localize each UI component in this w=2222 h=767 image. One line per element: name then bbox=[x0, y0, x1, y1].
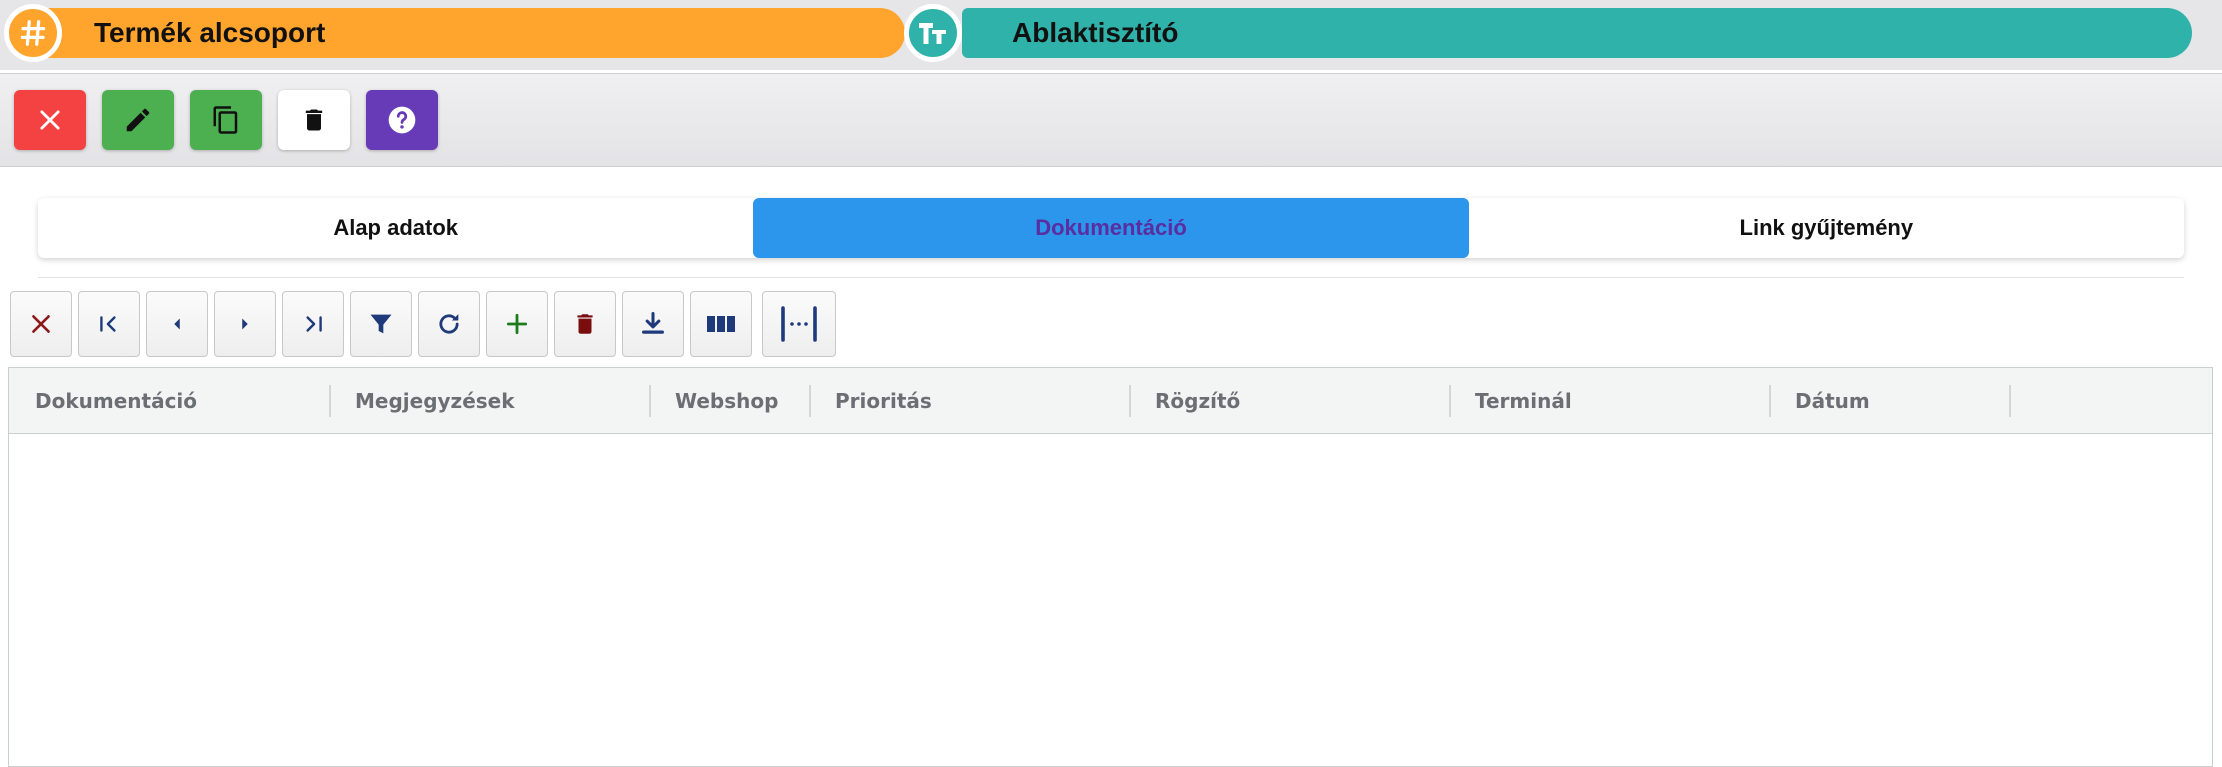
close-button[interactable] bbox=[14, 90, 86, 150]
name-title: Ablaktisztító bbox=[1012, 17, 1179, 48]
column-resizer[interactable] bbox=[329, 385, 331, 417]
close-icon bbox=[32, 315, 50, 333]
column-header-priority[interactable]: Prioritás bbox=[835, 368, 932, 434]
last-page-icon bbox=[306, 316, 322, 332]
tab-divider bbox=[38, 277, 2184, 278]
edit-button[interactable] bbox=[102, 90, 174, 150]
column-header-webshop[interactable]: Webshop bbox=[675, 368, 778, 434]
prev-icon bbox=[174, 318, 180, 330]
copy-icon bbox=[213, 106, 238, 134]
previous-button[interactable] bbox=[146, 291, 208, 357]
column-header-terminal[interactable]: Terminál bbox=[1475, 368, 1572, 434]
column-header-recorder[interactable]: Rögzítő bbox=[1155, 368, 1240, 434]
grid-delete-button[interactable] bbox=[554, 291, 616, 357]
column-header-date[interactable]: Dátum bbox=[1795, 368, 1870, 434]
trash-icon bbox=[305, 109, 323, 131]
filter-icon bbox=[370, 314, 392, 334]
refresh-icon bbox=[439, 314, 459, 334]
name-pill: Ablaktisztító bbox=[962, 8, 2192, 58]
next-icon bbox=[242, 318, 248, 330]
filter-button[interactable] bbox=[350, 291, 412, 357]
column-resizer[interactable] bbox=[2009, 385, 2011, 417]
documentation-table: Dokumentáció Megjegyzések Webshop Priori… bbox=[8, 367, 2213, 767]
table-header: Dokumentáció Megjegyzések Webshop Priori… bbox=[9, 368, 2212, 434]
help-button[interactable] bbox=[366, 90, 438, 150]
column-header-documentation[interactable]: Dokumentáció bbox=[35, 368, 197, 434]
close-icon bbox=[40, 110, 60, 130]
pencil-icon bbox=[126, 108, 150, 132]
copy-button[interactable] bbox=[190, 90, 262, 150]
tab-bar: Alap adatok Dokumentáció Link gyűjtemény bbox=[38, 198, 2184, 258]
record-header: Termék alcsoport Ablaktisztító bbox=[0, 0, 2222, 70]
column-resizer[interactable] bbox=[1769, 385, 1771, 417]
refresh-button[interactable] bbox=[418, 291, 480, 357]
add-button[interactable] bbox=[486, 291, 548, 357]
first-page-icon bbox=[100, 316, 116, 332]
last-page-button[interactable] bbox=[282, 291, 344, 357]
download-icon bbox=[642, 311, 664, 334]
column-resizer[interactable] bbox=[1129, 385, 1131, 417]
tab-link-collection[interactable]: Link gyűjtemény bbox=[1469, 198, 2184, 258]
column-resizer[interactable] bbox=[809, 385, 811, 417]
table-body bbox=[9, 435, 2212, 755]
column-header-notes[interactable]: Megjegyzések bbox=[355, 368, 515, 434]
tab-basic-data[interactable]: Alap adatok bbox=[38, 198, 753, 258]
first-page-button[interactable] bbox=[78, 291, 140, 357]
hash-icon bbox=[4, 4, 62, 62]
text-type-icon bbox=[904, 4, 962, 62]
columns-icon bbox=[707, 316, 735, 332]
delete-button[interactable] bbox=[278, 90, 350, 150]
tab-documentation[interactable]: Dokumentáció bbox=[753, 198, 1469, 258]
plus-icon bbox=[506, 313, 528, 335]
main-toolbar bbox=[0, 73, 2222, 167]
fit-width-icon bbox=[781, 306, 817, 342]
next-button[interactable] bbox=[214, 291, 276, 357]
columns-button[interactable] bbox=[690, 291, 752, 357]
category-pill: Termék alcsoport bbox=[20, 8, 905, 58]
download-button[interactable] bbox=[622, 291, 684, 357]
grid-close-button[interactable] bbox=[10, 291, 72, 357]
fit-width-button[interactable] bbox=[762, 291, 836, 357]
category-title: Termék alcsoport bbox=[94, 17, 326, 48]
column-resizer[interactable] bbox=[1449, 385, 1451, 417]
help-icon bbox=[388, 106, 416, 134]
column-resizer[interactable] bbox=[649, 385, 651, 417]
trash-icon bbox=[577, 314, 593, 334]
